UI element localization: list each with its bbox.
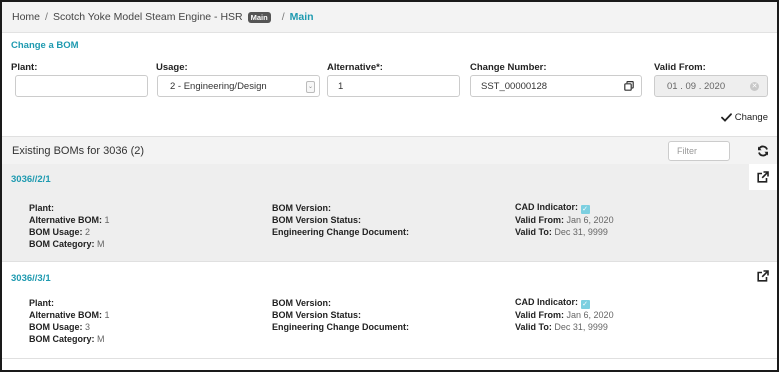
change-button-label: Change bbox=[734, 112, 768, 123]
change-bom-title: Change a BOM bbox=[11, 40, 79, 51]
usage-label: Usage: bbox=[156, 62, 188, 73]
breadcrumb-separator: / bbox=[281, 11, 285, 23]
open-external-button[interactable] bbox=[749, 263, 777, 289]
plant-label: Plant: bbox=[11, 62, 38, 73]
alternative-label: Alternative*: bbox=[327, 62, 383, 73]
breadcrumb-home[interactable]: Home bbox=[12, 11, 40, 23]
breadcrumb-engine[interactable]: Scotch Yoke Model Steam Engine - HSR bbox=[53, 11, 243, 23]
alternative-input[interactable]: 1 bbox=[327, 75, 460, 97]
valid-from-value: 01 . 09 . 2020 bbox=[667, 80, 726, 92]
bom-version-status-attr: BOM Version Status: bbox=[272, 215, 362, 225]
valid-from-attr: Valid From: Jan 6, 2020 bbox=[515, 310, 614, 320]
refresh-icon[interactable] bbox=[757, 145, 769, 157]
plant-attr: Plant: bbox=[29, 298, 55, 308]
valid-to-attr: Valid To: Dec 31, 9999 bbox=[515, 322, 608, 332]
bom-link[interactable]: 3036//3/1 bbox=[11, 273, 51, 284]
alternative-bom-attr: Alternative BOM: 1 bbox=[29, 310, 110, 320]
bom-version-attr: BOM Version: bbox=[272, 203, 332, 213]
usage-select-value: 2 - Engineering/Design bbox=[170, 80, 267, 92]
plant-attr: Plant: bbox=[29, 203, 55, 213]
main-tag-badge: Main bbox=[247, 11, 271, 23]
plant-input[interactable] bbox=[15, 75, 148, 97]
existing-boms-title: Existing BOMs for 3036 (2) bbox=[12, 145, 145, 157]
change-button[interactable]: Change bbox=[720, 112, 768, 123]
breadcrumb-current: Main bbox=[289, 11, 314, 23]
copy-icon[interactable] bbox=[624, 81, 634, 91]
valid-from-label: Valid From: bbox=[654, 62, 706, 73]
bom-version-status-attr: BOM Version Status: bbox=[272, 310, 362, 320]
change-number-input[interactable]: SST_00000128 bbox=[470, 75, 642, 97]
existing-boms-header: Existing BOMs for 3036 (2) Filter bbox=[2, 136, 777, 166]
cad-indicator-attr: CAD Indicator: ✓ bbox=[515, 297, 590, 309]
breadcrumb-separator: / bbox=[45, 11, 48, 23]
bom-change-window: Home / Scotch Yoke Model Steam Engine - … bbox=[0, 0, 779, 372]
checkmark-icon bbox=[720, 113, 732, 122]
change-number-value: SST_00000128 bbox=[481, 80, 548, 92]
open-external-icon bbox=[757, 171, 769, 183]
open-external-icon bbox=[757, 270, 769, 282]
clear-icon[interactable]: ✕ bbox=[750, 82, 759, 91]
usage-select[interactable]: 2 - Engineering/Design ⌄ bbox=[157, 75, 320, 97]
chevron-down-icon[interactable]: ⌄ bbox=[306, 81, 315, 93]
valid-from-attr: Valid From: Jan 6, 2020 bbox=[515, 215, 614, 225]
change-number-label: Change Number: bbox=[470, 62, 547, 73]
valid-from-input: 01 . 09 . 2020 ✕ bbox=[654, 75, 768, 97]
breadcrumb: Home / Scotch Yoke Model Steam Engine - … bbox=[2, 2, 777, 33]
checkbox-checked-icon: ✓ bbox=[580, 300, 590, 309]
bom-list-item: 3036//2/1 Plant: Alternative BOM: 1 BOM … bbox=[2, 164, 777, 262]
filter-input[interactable]: Filter bbox=[668, 141, 730, 161]
bom-version-attr: BOM Version: bbox=[272, 298, 332, 308]
engineering-change-document-attr: Engineering Change Document: bbox=[272, 322, 410, 332]
bom-category-attr: BOM Category: M bbox=[29, 239, 105, 249]
cad-indicator-attr: CAD Indicator: ✓ bbox=[515, 202, 590, 214]
checkbox-checked-icon: ✓ bbox=[580, 205, 590, 214]
bom-usage-attr: BOM Usage: 2 bbox=[29, 227, 91, 237]
open-external-button[interactable] bbox=[749, 164, 777, 190]
valid-to-attr: Valid To: Dec 31, 9999 bbox=[515, 227, 608, 237]
bom-usage-attr: BOM Usage: 3 bbox=[29, 322, 91, 332]
bom-category-attr: BOM Category: M bbox=[29, 334, 105, 344]
engineering-change-document-attr: Engineering Change Document: bbox=[272, 227, 410, 237]
bom-list-item: 3036//3/1 Plant: Alternative BOM: 1 BOM … bbox=[2, 263, 777, 359]
alternative-bom-attr: Alternative BOM: 1 bbox=[29, 215, 110, 225]
bom-link[interactable]: 3036//2/1 bbox=[11, 174, 51, 185]
